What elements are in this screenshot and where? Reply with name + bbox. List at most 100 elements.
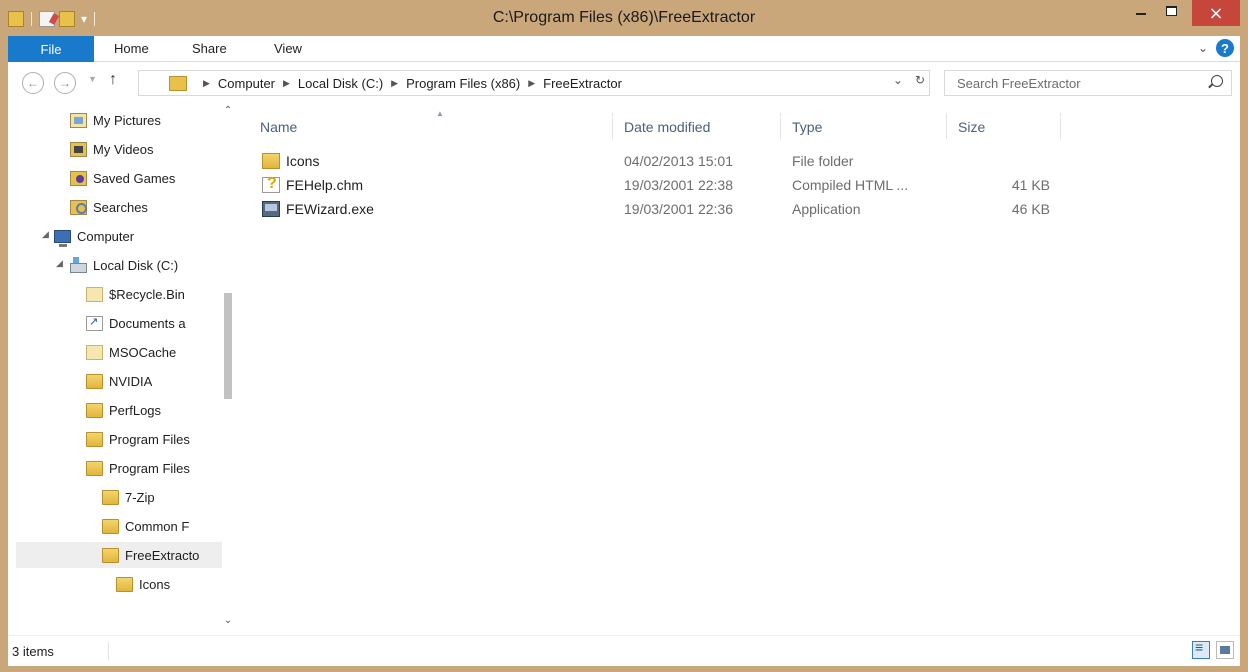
pictures-icon: [70, 112, 87, 128]
nav-item-searches[interactable]: Searches: [70, 194, 148, 220]
back-arrow-icon: ←: [27, 76, 39, 90]
folder-icon: [116, 576, 133, 592]
nav-item-common-files[interactable]: Common F: [102, 513, 189, 539]
tab-share[interactable]: Share: [192, 41, 227, 56]
nav-item-label: Common F: [125, 518, 190, 534]
maximize-icon: [1165, 6, 1177, 16]
close-button[interactable]: ×: [1192, 0, 1240, 26]
nav-item-7zip[interactable]: 7-Zip: [102, 484, 155, 510]
search-input[interactable]: Search FreeExtractor: [944, 70, 1232, 96]
tab-file[interactable]: File: [8, 36, 94, 62]
file-date: 19/03/2001 22:36: [624, 201, 733, 217]
column-divider[interactable]: [1060, 113, 1061, 139]
explorer-client: File Home Share View ⌄ ? ← → ▼ ↑ ▶ Compu…: [8, 36, 1240, 666]
column-divider[interactable]: [780, 113, 781, 139]
nav-item-label: 7-Zip: [125, 489, 155, 505]
address-dropdown-icon[interactable]: ⌄: [893, 73, 903, 87]
nav-item-label: Computer: [77, 228, 135, 244]
up-arrow-icon[interactable]: ↑: [109, 71, 117, 89]
file-size: 46 KB: [1011, 201, 1050, 217]
breadcrumb-program-files[interactable]: Program Files (x86): [406, 76, 520, 91]
nav-item-label: NVIDIA: [109, 373, 153, 389]
videos-icon: [70, 141, 87, 157]
navigation-pane: My Pictures My Videos Saved Games Search…: [8, 103, 234, 635]
scroll-up-icon[interactable]: ⌃: [222, 105, 234, 121]
minimize-button[interactable]: [1126, 0, 1156, 22]
folder-icon: [86, 431, 103, 447]
folder-icon: [102, 489, 119, 505]
search-placeholder: Search FreeExtractor: [957, 75, 1081, 91]
scroll-down-icon[interactable]: ⌄: [222, 615, 234, 631]
breadcrumb-separator-icon[interactable]: ▶: [283, 78, 290, 89]
column-header-size[interactable]: Size: [958, 115, 985, 139]
breadcrumb: ▶ Computer ▶ Local Disk (C:) ▶ Program F…: [195, 76, 622, 91]
file-row-fehelp[interactable]: FEHelp.chm 19/03/2001 22:38 Compiled HTM…: [240, 174, 1060, 198]
folder-icon: [86, 344, 103, 360]
column-header-name[interactable]: Name: [260, 115, 297, 139]
item-count: 3 items: [12, 644, 54, 659]
status-bar: 3 items: [8, 635, 1240, 666]
nav-item-my-pictures[interactable]: My Pictures: [70, 107, 161, 133]
nav-item-label: Searches: [93, 199, 148, 215]
tab-view[interactable]: View: [274, 41, 302, 56]
tab-home[interactable]: Home: [114, 41, 149, 56]
address-row: ← → ▼ ↑ ▶ Computer ▶ Local Disk (C:) ▶ P…: [8, 63, 1240, 103]
address-bar[interactable]: ▶ Computer ▶ Local Disk (C:) ▶ Program F…: [138, 70, 930, 96]
column-divider[interactable]: [946, 113, 947, 139]
nav-item-computer[interactable]: Computer: [54, 223, 134, 249]
address-tools: ⌄ ↻: [893, 73, 925, 87]
nav-item-perflogs[interactable]: PerfLogs: [86, 397, 161, 423]
column-header-date[interactable]: Date modified: [624, 115, 710, 139]
folder-icon: [86, 286, 103, 302]
breadcrumb-separator-icon[interactable]: ▶: [528, 78, 535, 89]
file-row-fewizard[interactable]: FEWizard.exe 19/03/2001 22:36 Applicatio…: [240, 198, 1060, 222]
back-button[interactable]: ←: [22, 72, 44, 94]
breadcrumb-separator-icon[interactable]: ▶: [391, 78, 398, 89]
nav-item-program-files[interactable]: Program Files: [86, 426, 190, 452]
column-header-type[interactable]: Type: [792, 115, 822, 139]
navigation-scrollbar[interactable]: ⌃ ⌄: [222, 103, 234, 635]
nav-item-documents[interactable]: Documents a: [86, 310, 186, 336]
searches-icon: [70, 199, 87, 215]
folder-icon: [86, 402, 103, 418]
forward-button[interactable]: →: [54, 72, 76, 94]
scrollbar-thumb[interactable]: [224, 293, 232, 399]
breadcrumb-freeextractor[interactable]: FreeExtractor: [543, 76, 622, 91]
forward-arrow-icon: →: [59, 76, 71, 90]
maximize-button[interactable]: [1156, 0, 1186, 22]
folder-icon: [86, 373, 103, 389]
collapse-local-disk-icon[interactable]: ◢: [56, 258, 63, 269]
expand-ribbon-icon[interactable]: ⌄: [1198, 41, 1208, 55]
breadcrumb-local-disk[interactable]: Local Disk (C:): [298, 76, 383, 91]
nav-item-label: MSOCache: [109, 344, 177, 360]
collapse-computer-icon[interactable]: ◢: [42, 229, 49, 240]
nav-item-label: Documents a: [109, 315, 186, 331]
recent-locations-icon[interactable]: ▼: [88, 74, 97, 84]
nav-item-nvidia[interactable]: NVIDIA: [86, 368, 152, 394]
local-disk-icon: [70, 256, 87, 273]
nav-item-program-files-x86[interactable]: Program Files: [86, 455, 190, 481]
breadcrumb-computer[interactable]: Computer: [218, 76, 275, 91]
file-row-icons[interactable]: Icons 04/02/2013 15:01 File folder: [240, 150, 1060, 174]
search-icon[interactable]: [1211, 75, 1223, 87]
nav-item-local-disk[interactable]: Local Disk (C:): [70, 252, 178, 278]
column-divider[interactable]: [612, 113, 613, 139]
refresh-icon[interactable]: ↻: [915, 73, 925, 87]
saved-games-icon: [70, 170, 87, 186]
help-icon[interactable]: ?: [1216, 39, 1234, 57]
breadcrumb-separator-icon[interactable]: ▶: [203, 78, 210, 89]
folder-icon: [86, 460, 103, 476]
nav-item-my-videos[interactable]: My Videos: [70, 136, 153, 162]
file-name: Icons: [286, 153, 320, 169]
nav-item-icons[interactable]: Icons: [116, 571, 170, 597]
nav-item-msocache[interactable]: MSOCache: [86, 339, 176, 365]
nav-item-label: Local Disk (C:): [93, 257, 179, 273]
nav-item-label: Saved Games: [93, 170, 176, 186]
nav-item-saved-games[interactable]: Saved Games: [70, 165, 175, 191]
ribbon-right: ⌄ ?: [1198, 39, 1234, 57]
nav-item-freeextractor[interactable]: FreeExtracto: [16, 542, 230, 568]
file-date: 04/02/2013 15:01: [624, 153, 733, 169]
details-view-button[interactable]: [1192, 639, 1210, 659]
large-icons-view-button[interactable]: [1216, 641, 1234, 659]
nav-item-recycle-bin[interactable]: $Recycle.Bin: [86, 281, 185, 307]
